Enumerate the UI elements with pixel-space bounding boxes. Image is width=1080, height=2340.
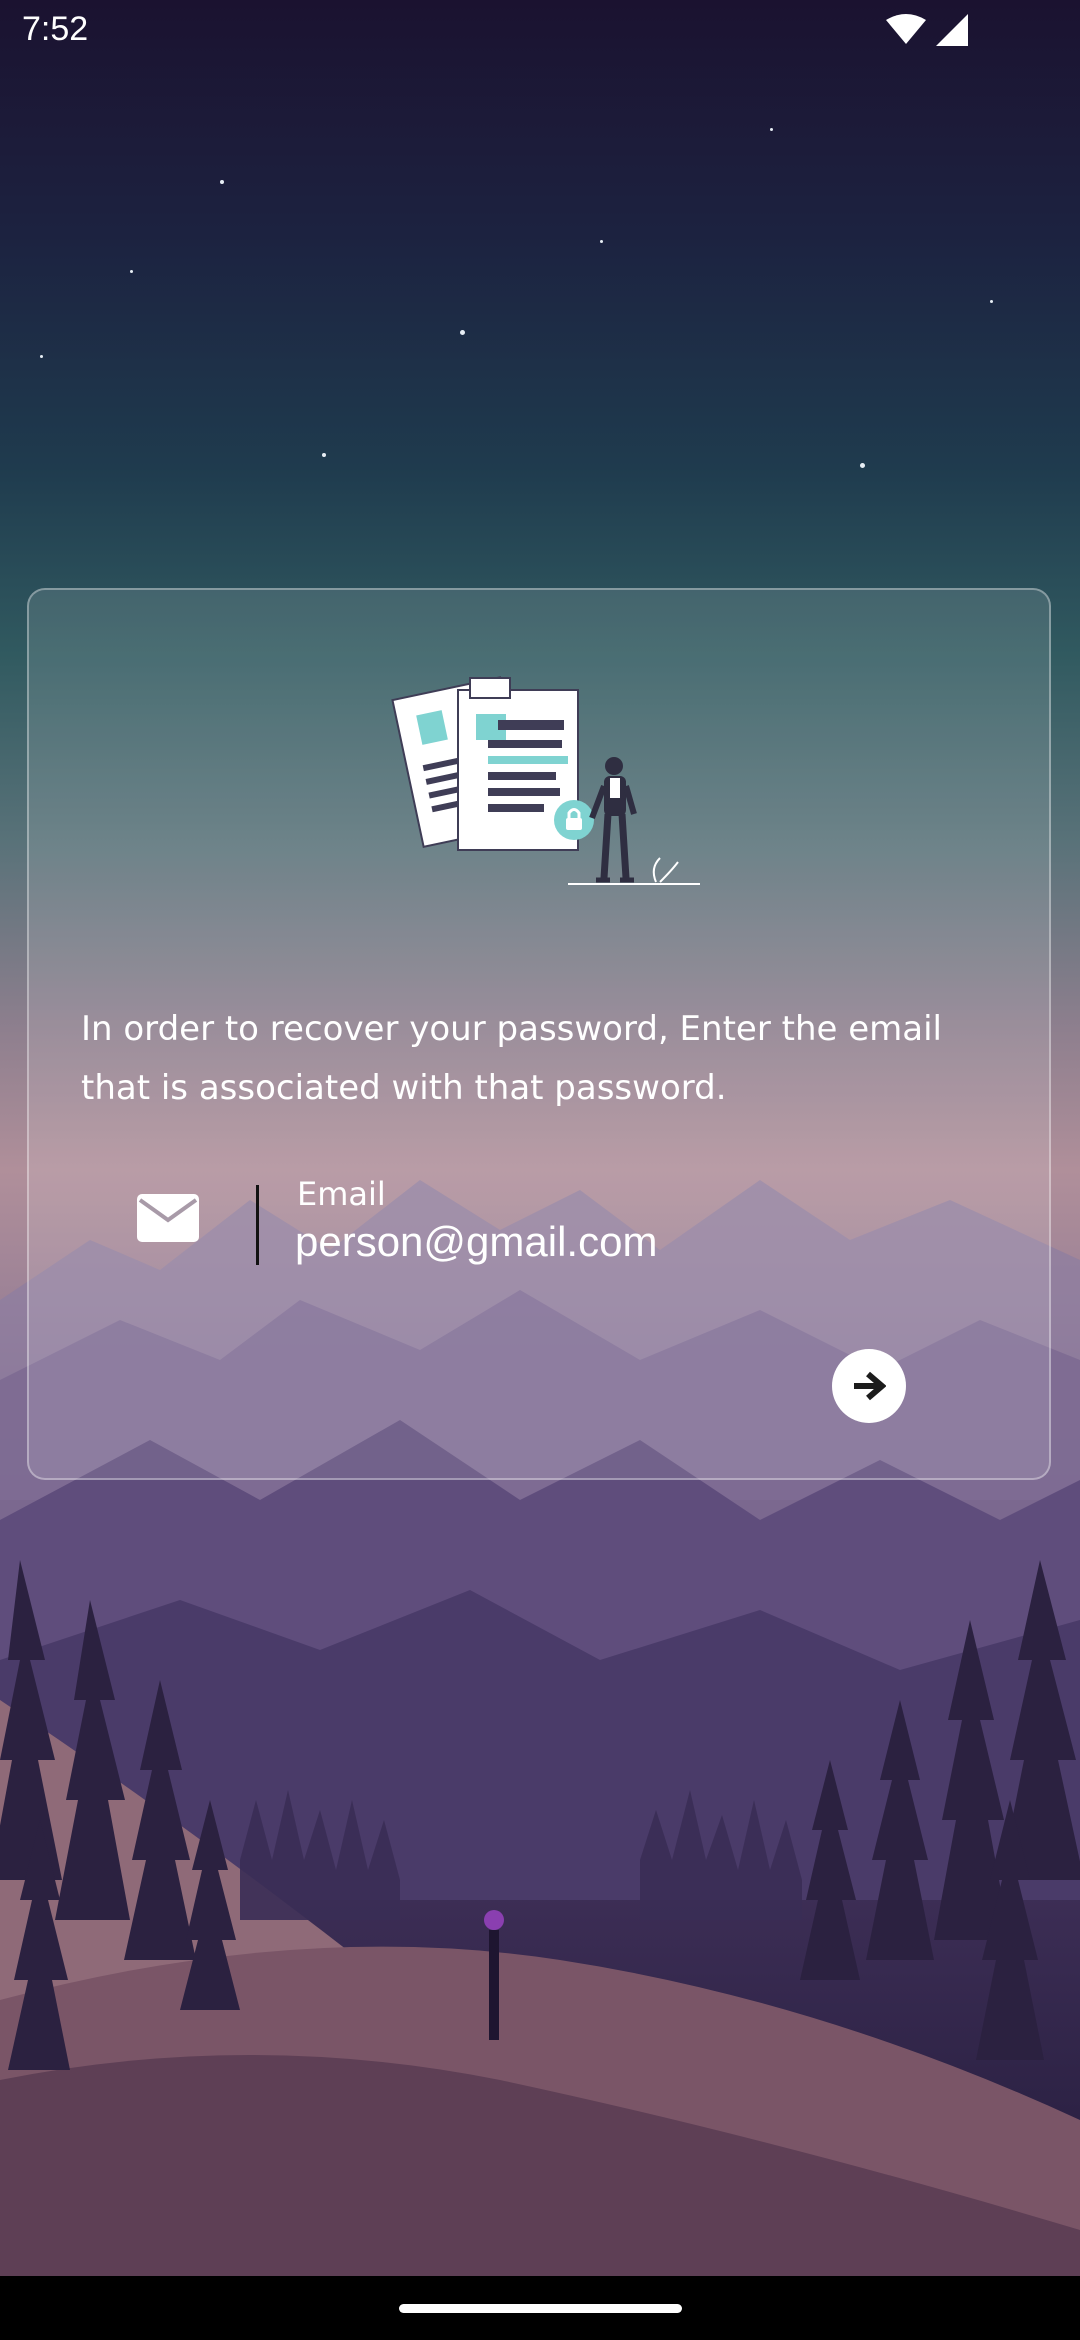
next-button[interactable] bbox=[832, 1349, 906, 1423]
status-time: 7:52 bbox=[22, 10, 89, 48]
star bbox=[600, 240, 603, 243]
star bbox=[860, 463, 865, 468]
email-field-divider bbox=[256, 1185, 259, 1265]
email-input[interactable] bbox=[295, 1215, 975, 1269]
star bbox=[990, 300, 993, 303]
email-field[interactable]: Email bbox=[137, 1175, 987, 1269]
signal-icon bbox=[936, 14, 968, 46]
status-icons bbox=[886, 14, 968, 46]
home-indicator[interactable] bbox=[399, 2304, 682, 2313]
recover-password-card: In order to recover your password, Enter… bbox=[27, 588, 1051, 1480]
star bbox=[322, 453, 326, 457]
email-label: Email bbox=[297, 1175, 386, 1213]
star bbox=[220, 180, 224, 184]
forgot-password-illustration bbox=[391, 676, 700, 885]
star bbox=[130, 270, 133, 273]
arrow-right-icon bbox=[854, 1371, 886, 1401]
star bbox=[460, 330, 465, 335]
forgot-password-screen: 7:52 In order to recover your password, … bbox=[0, 0, 1080, 2340]
mail-icon bbox=[137, 1194, 199, 1242]
star bbox=[770, 128, 773, 131]
wifi-icon bbox=[886, 14, 926, 44]
star bbox=[40, 355, 43, 358]
status-bar: 7:52 bbox=[0, 0, 1080, 64]
recover-password-instructions: In order to recover your password, Enter… bbox=[81, 1009, 942, 1108]
